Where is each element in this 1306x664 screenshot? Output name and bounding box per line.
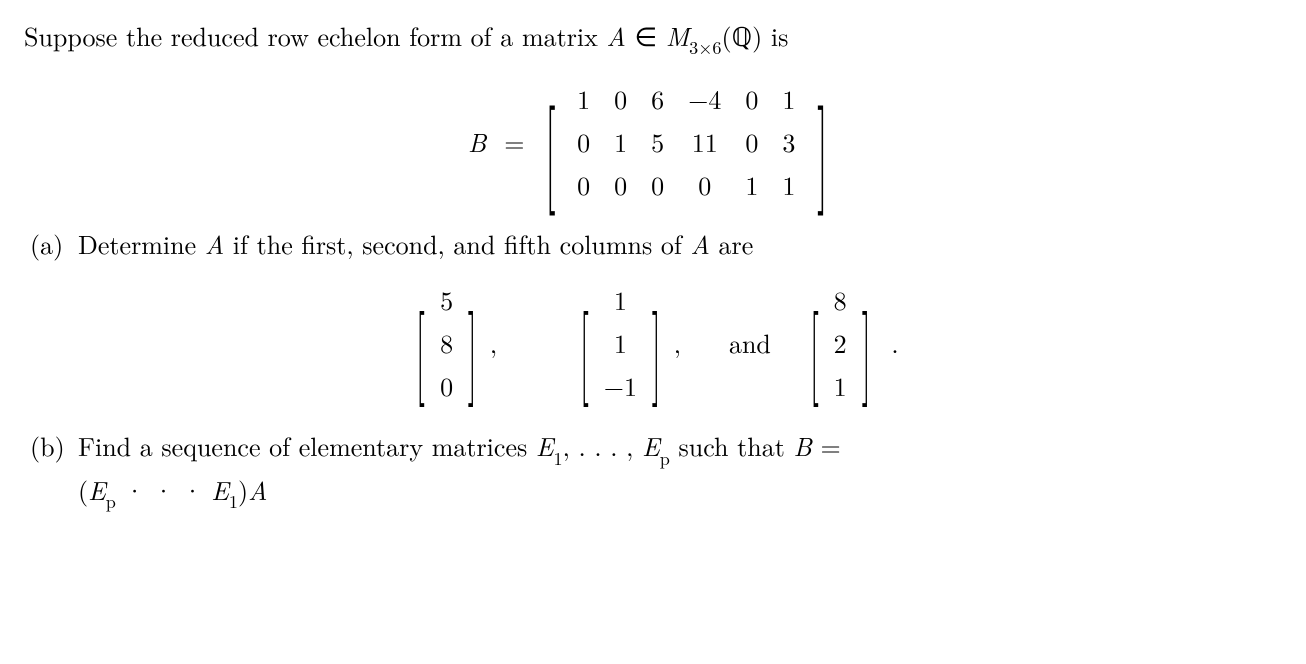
part-b: (b) Find a sequence of elementary matric… (24, 426, 1282, 513)
rparen: ) (752, 17, 762, 54)
dimensions: 3×6 (689, 34, 721, 60)
lparen: ( (722, 17, 732, 54)
column-vector-2: [ 1 1 −1 ] (571, 277, 670, 408)
column-vectors: [ 5 8 0 ] , [ 1 1 −1 ] , a (24, 277, 1282, 408)
element-of: ∈ (626, 17, 666, 54)
matrix-row-2: 0 1 5 11 0 3 (565, 120, 807, 163)
column-vector-3: [ 8 2 1 ] (801, 277, 879, 408)
part-a-content: Determine A if the first, second, and fi… (78, 224, 1282, 263)
left-bracket: [ (544, 98, 555, 186)
part-a-label: (a) (24, 224, 78, 263)
rationals: ℚ (732, 23, 752, 52)
part-a: (a) Determine A if the first, second, an… (24, 224, 1282, 263)
problem-intro: Suppose the reduced row echelon form of … (24, 16, 1282, 59)
part-b-content: Find a sequence of elementary matrices E… (78, 426, 1282, 513)
matrix-row-3: 0 0 0 0 1 1 (565, 163, 807, 206)
matrix-B-equation: B = [ 1 0 6 −4 0 1 0 1 5 11 0 3 (24, 77, 1282, 206)
part-b-label: (b) (24, 426, 78, 513)
matrix-row-1: 1 0 6 −4 0 1 (565, 77, 807, 120)
right-bracket: ] (817, 98, 828, 186)
and-text: and (729, 323, 771, 362)
intro-text: Suppose the reduced row echelon form of … (24, 17, 607, 54)
column-vector-1: [ 5 8 0 ] (407, 277, 485, 408)
M-symbol: M (666, 17, 689, 54)
matrix-A-symbol: A (607, 17, 626, 54)
is-text: is (762, 17, 788, 54)
matrix-B-content: 1 0 6 −4 0 1 0 1 5 11 0 3 0 0 (565, 77, 807, 206)
equals-sign: = (504, 122, 524, 161)
B-label: B (468, 122, 486, 161)
